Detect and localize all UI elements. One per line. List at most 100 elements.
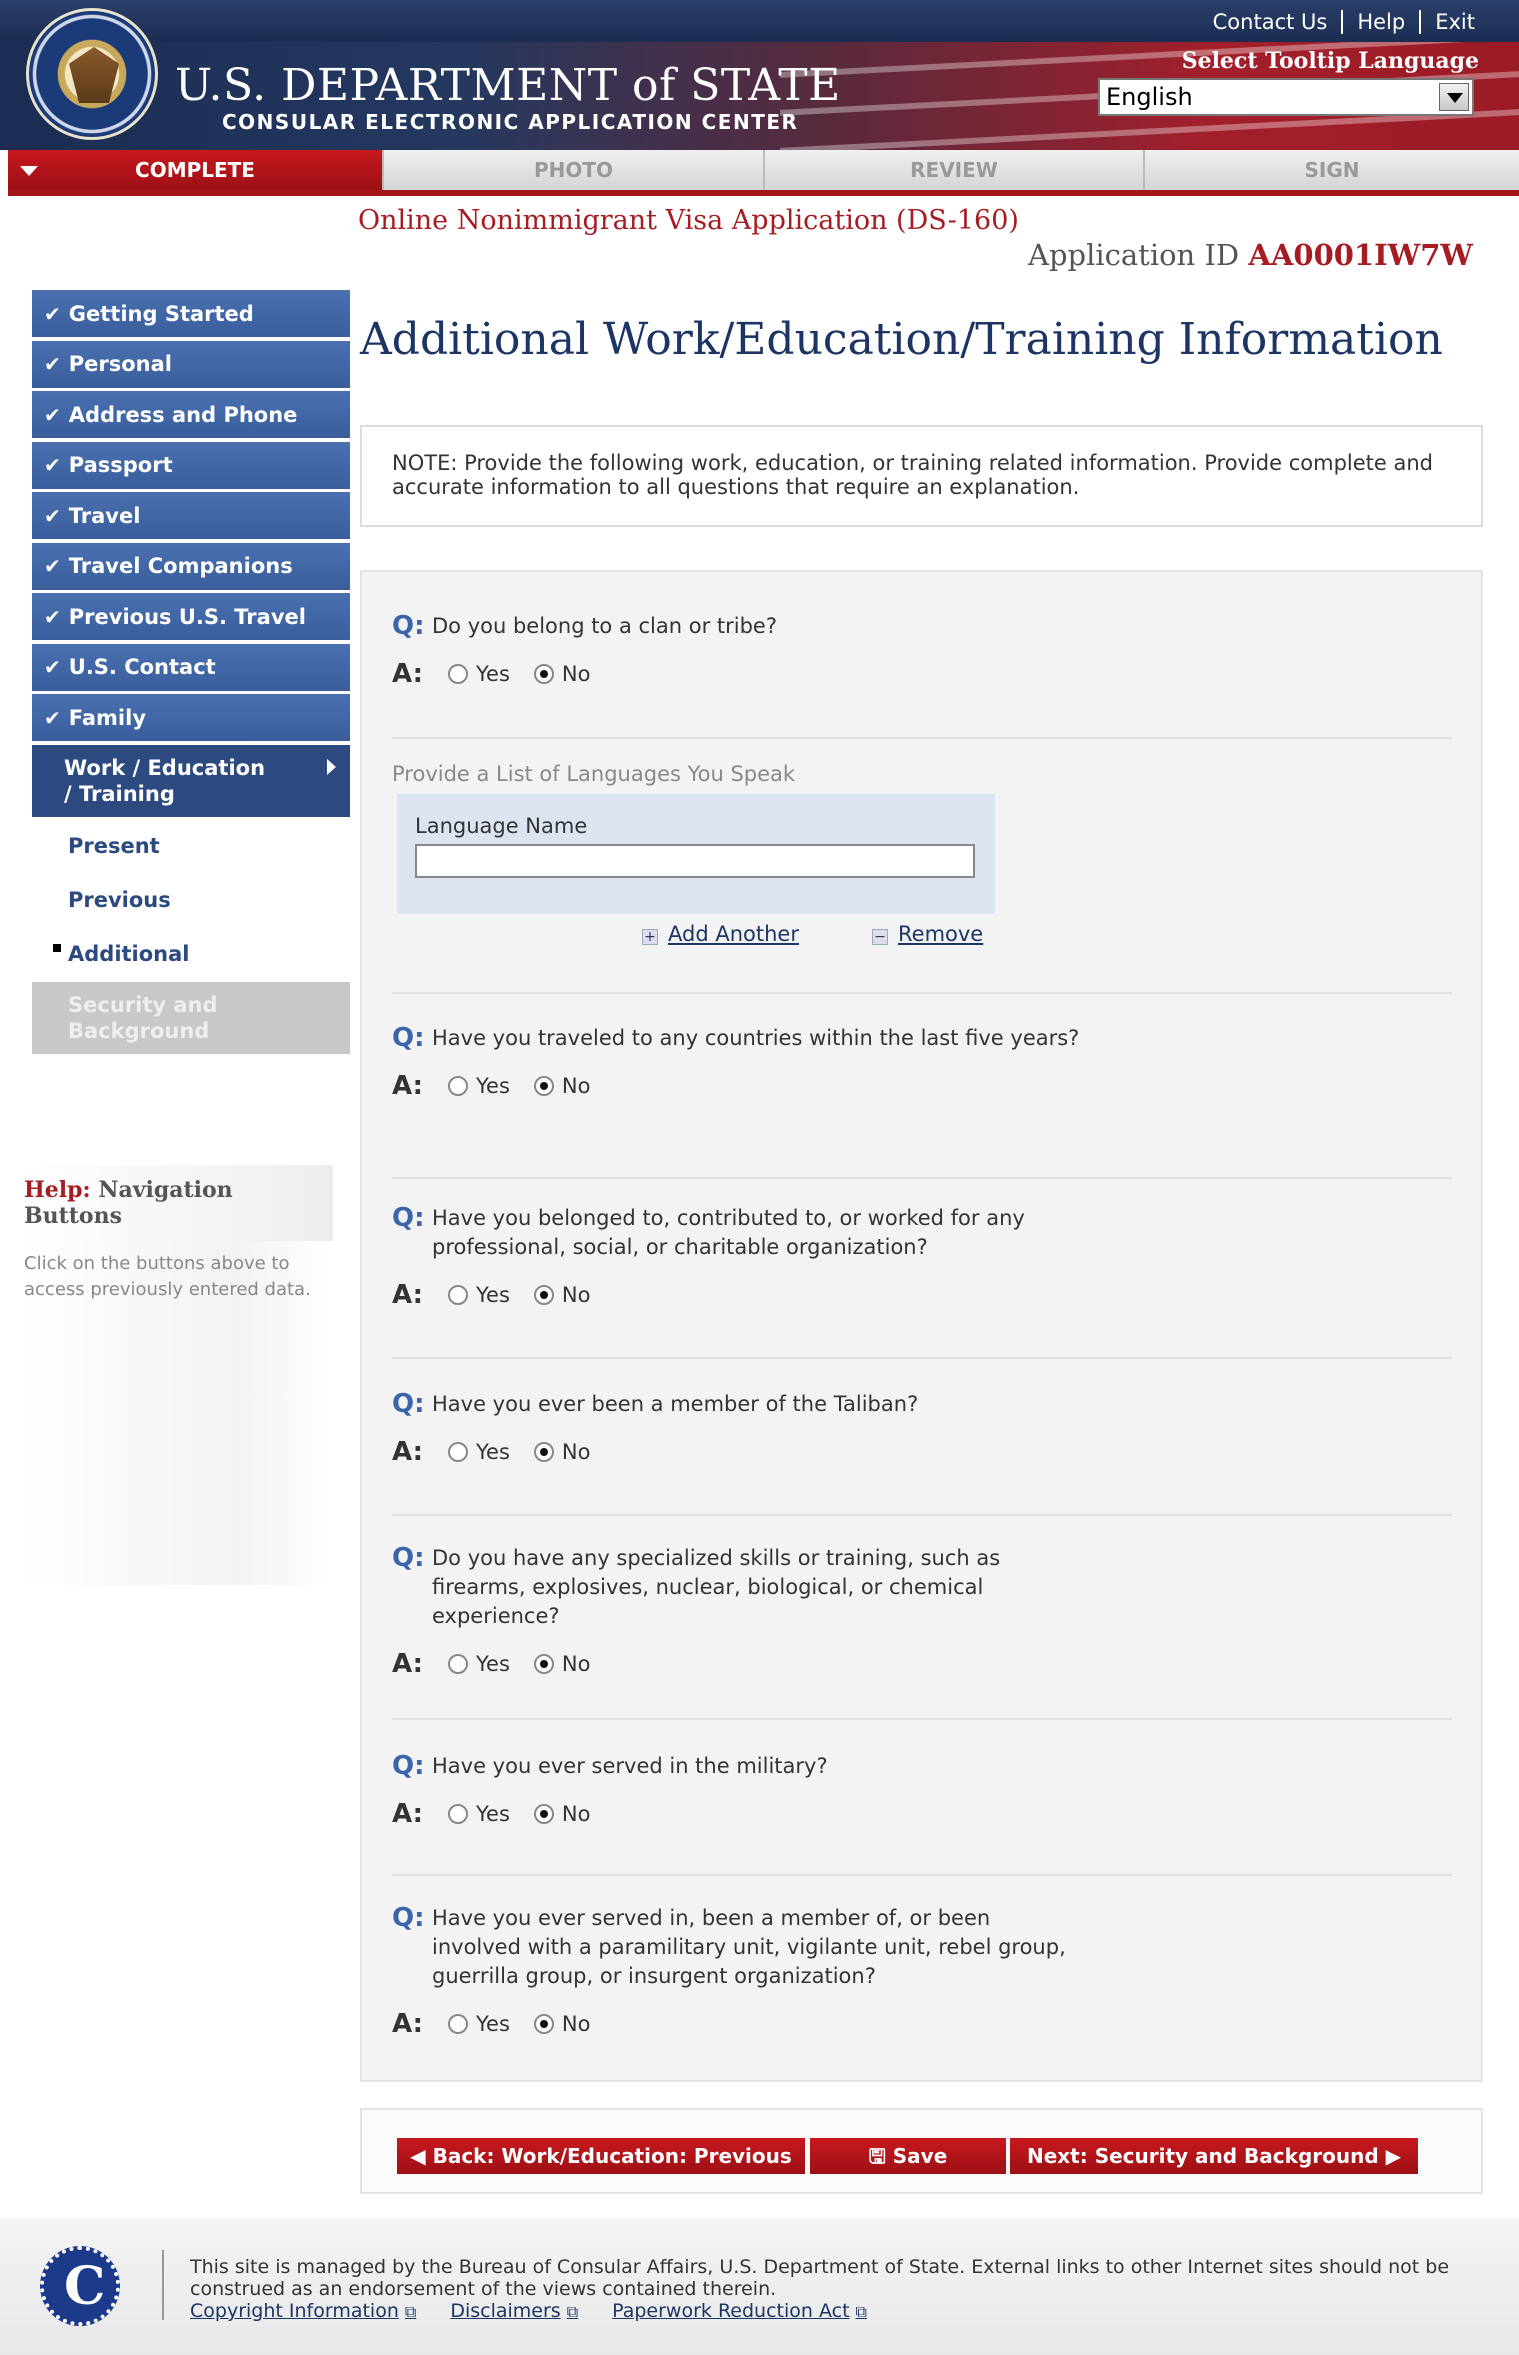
question-paramilitary: Q: Have you ever served in, been a member…: [392, 1903, 1452, 2040]
sidebar-item-work-education-training[interactable]: Work / Education / Training: [32, 744, 350, 817]
top-bar: Contact Us Help Exit: [0, 0, 1519, 42]
exit-link[interactable]: Exit: [1421, 10, 1489, 34]
language-name-input[interactable]: [415, 844, 975, 878]
no-radio[interactable]: No: [533, 1283, 590, 1307]
question-marker: Q:: [392, 611, 425, 641]
chevron-down-icon[interactable]: [1439, 83, 1469, 111]
sidebar-item-address-and-phone[interactable]: ✔ Address and Phone: [32, 391, 350, 438]
sidebar-item-travel-companions[interactable]: ✔ Travel Companions: [32, 542, 350, 590]
navigation-buttons-bar: ◀ Back: Work/Education: Previous 🖫 Save …: [360, 2108, 1483, 2194]
answer-marker: A:: [392, 1649, 424, 1679]
no-radio[interactable]: No: [533, 1074, 590, 1098]
department-subtitle: CONSULAR ELECTRONIC APPLICATION CENTER: [222, 110, 799, 134]
yes-label: Yes: [476, 1652, 510, 1676]
back-button[interactable]: ◀ Back: Work/Education: Previous: [397, 2138, 805, 2174]
sidebar-item-personal[interactable]: ✔ Personal: [32, 340, 350, 388]
no-radio[interactable]: No: [533, 2012, 590, 2036]
question-traveled-countries: Q: Have you traveled to any countries wit…: [392, 1023, 1452, 1102]
checkmark-icon: ✔: [44, 352, 61, 376]
no-label: No: [561, 1652, 591, 1676]
sidebar-item-family[interactable]: ✔ Family: [32, 694, 350, 741]
chevron-right-icon: ▶: [1385, 2144, 1402, 2168]
copyright-information-link[interactable]: Copyright Information: [190, 2300, 416, 2322]
sidebar-subitem-present[interactable]: Present: [32, 820, 350, 874]
checkmark-icon: ✔: [44, 705, 61, 730]
yes-radio[interactable]: Yes: [448, 1283, 510, 1307]
radio-unchecked-icon: [448, 2014, 468, 2034]
footer-links: Copyright Information Disclaimers Paperw…: [190, 2300, 867, 2322]
minus-icon: −: [872, 929, 888, 945]
sidebar-item-previous-us-travel[interactable]: ✔ Previous U.S. Travel: [32, 593, 350, 640]
step-label: COMPLETE: [135, 158, 255, 182]
save-button[interactable]: 🖫 Save: [810, 2138, 1006, 2174]
state-department-seal-icon: [26, 8, 158, 140]
question-marker: Q:: [392, 1903, 425, 1933]
sidebar-item-label: U.S. Contact: [68, 655, 216, 679]
footer-divider: [162, 2250, 164, 2320]
no-radio[interactable]: No: [533, 1802, 591, 1826]
step-complete[interactable]: COMPLETE: [8, 150, 384, 190]
no-radio[interactable]: No: [533, 1440, 590, 1464]
sidebar-item-label: Security and Background: [68, 993, 218, 1043]
question-clan-or-tribe: Q: Do you belong to a clan or tribe? A: Y…: [392, 611, 1452, 690]
yes-radio[interactable]: Yes: [448, 662, 510, 686]
help-link[interactable]: Help: [1343, 10, 1419, 34]
add-another-language-link[interactable]: + Add Another: [642, 922, 799, 946]
sidebar-item-label: Previous U.S. Travel: [68, 604, 306, 629]
chevron-right-icon: [327, 758, 336, 775]
question-taliban: Q: Have you ever been a member of the Tal…: [392, 1389, 1452, 1468]
no-radio[interactable]: No: [533, 662, 590, 686]
radio-checked-icon: [533, 1804, 554, 1824]
answer-marker: A:: [392, 659, 424, 689]
radio-checked-icon: [533, 664, 554, 684]
answer-marker: A:: [392, 1280, 424, 1310]
step-sign[interactable]: SIGN: [1145, 150, 1519, 190]
sidebar-item-getting-started[interactable]: ✔ Getting Started: [32, 290, 350, 337]
header-banner: U.S. DEPARTMENT of STATE CONSULAR ELECTR…: [0, 42, 1519, 150]
note-box: NOTE: Provide the following work, educat…: [360, 425, 1483, 527]
paperwork-reduction-act-link[interactable]: Paperwork Reduction Act: [612, 2300, 867, 2322]
checkmark-icon: ✔: [44, 402, 61, 427]
step-photo[interactable]: PHOTO: [384, 150, 765, 190]
no-label: No: [561, 1802, 591, 1826]
disclaimers-link[interactable]: Disclaimers: [450, 2300, 578, 2322]
sidebar-item-passport[interactable]: ✔ Passport: [32, 441, 350, 489]
yes-radio[interactable]: Yes: [448, 1802, 510, 1826]
radio-unchecked-icon: [448, 1076, 468, 1096]
contact-us-link[interactable]: Contact Us: [1199, 10, 1342, 34]
yes-radio[interactable]: Yes: [448, 2012, 510, 2036]
sidebar-subitem-additional[interactable]: Additional: [32, 928, 350, 982]
question-specialized-skills: Q: Do you have any specialized skills or …: [392, 1544, 1452, 1680]
language-name-label: Language Name: [415, 814, 588, 838]
sidebar-item-label: Travel: [68, 503, 141, 528]
steps-underline: [8, 190, 1519, 196]
next-button[interactable]: Next: Security and Background ▶: [1010, 2138, 1418, 2174]
tooltip-language-select[interactable]: English: [1098, 78, 1474, 116]
logo-letter: C: [64, 2256, 106, 2317]
sidebar-item-travel[interactable]: ✔ Travel: [32, 492, 350, 539]
floppy-disk-icon: 🖫: [868, 2144, 886, 2168]
checkmark-icon: ✔: [44, 503, 61, 528]
footer-text: This site is managed by the Bureau of Co…: [190, 2256, 1450, 2300]
yes-label: Yes: [476, 662, 510, 686]
step-review[interactable]: REVIEW: [765, 150, 1145, 190]
radio-checked-icon: [533, 1442, 554, 1462]
sidebar-item-us-contact[interactable]: ✔ U.S. Contact: [32, 643, 350, 691]
question-marker: Q:: [392, 1389, 425, 1419]
yes-radio[interactable]: Yes: [448, 1440, 510, 1464]
yes-radio[interactable]: Yes: [448, 1074, 510, 1098]
question-marker: Q:: [392, 1023, 425, 1053]
top-links: Contact Us Help Exit: [1199, 10, 1489, 34]
yes-radio[interactable]: Yes: [448, 1652, 510, 1676]
step-label: PHOTO: [533, 158, 614, 182]
sidebar-subitem-previous[interactable]: Previous: [32, 874, 350, 928]
radio-checked-icon: [533, 2014, 554, 2034]
no-radio[interactable]: No: [533, 1652, 591, 1676]
radio-checked-icon: [533, 1285, 554, 1305]
remove-language-link[interactable]: − Remove: [872, 922, 983, 946]
sidebar-item-label: Getting Started: [68, 301, 254, 326]
divider: [392, 1357, 1452, 1359]
add-another-label: Add Another: [668, 922, 799, 946]
divider: [392, 1177, 1452, 1179]
sidebar-nav: ✔ Getting Started ✔ Personal ✔ Address and …: [32, 290, 350, 1058]
